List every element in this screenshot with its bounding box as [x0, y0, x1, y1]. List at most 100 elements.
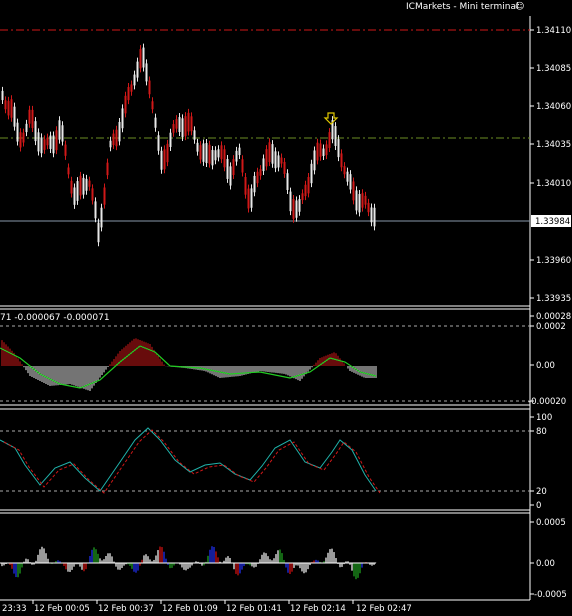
candle-body — [178, 117, 181, 132]
candle-body — [10, 99, 13, 118]
candle-body — [202, 143, 205, 162]
candle-body — [307, 177, 310, 194]
time-tick: 12 Feb 02:14 — [290, 604, 346, 614]
candle-body — [190, 116, 193, 132]
candle-body — [166, 143, 169, 163]
candle-body — [211, 149, 214, 166]
candle-body — [37, 132, 40, 152]
candle-body — [214, 150, 217, 161]
candle-body — [49, 135, 52, 149]
candle-body — [61, 125, 64, 142]
price-tick: 1.34010 — [536, 179, 571, 189]
candle-body — [88, 180, 91, 187]
candle-body — [106, 162, 109, 176]
candle-body — [1, 90, 4, 101]
candle-body — [124, 95, 127, 114]
time-axis: 23:33 12 Feb 00:05 12 Feb 00:37 12 Feb 0… — [2, 600, 412, 614]
candle-body — [304, 184, 307, 197]
candle-body — [40, 137, 43, 154]
macd-label: 71 -0.000067 -0.000071 — [0, 313, 110, 323]
candle-body — [193, 130, 196, 140]
candle-body — [73, 187, 76, 205]
candle-body — [55, 130, 58, 151]
candle-body — [337, 139, 340, 158]
candle-body — [280, 157, 283, 164]
macd-tick: -0.00020 — [528, 397, 566, 407]
stoch-tick: 0 — [536, 501, 541, 511]
candle-body — [301, 193, 304, 201]
smiley-icon: ☺ — [515, 1, 524, 12]
candle-body — [64, 144, 67, 156]
candle-body — [151, 101, 154, 110]
time-tick: 12 Feb 01:41 — [226, 604, 282, 614]
macd-tick: 0.0002 — [536, 322, 566, 332]
candle-body — [340, 153, 343, 168]
candle-body — [322, 148, 325, 156]
candle-body — [370, 207, 373, 223]
candle-body — [85, 178, 88, 191]
candle-body — [238, 147, 241, 156]
candle-body — [277, 155, 280, 168]
candle-body — [226, 158, 229, 179]
candle-body — [220, 145, 223, 160]
candle-body — [25, 123, 28, 133]
candle-body — [79, 175, 82, 196]
candle-body — [283, 161, 286, 174]
candle-body — [328, 132, 331, 149]
candle-body — [133, 74, 136, 86]
stoch-main-line — [0, 427, 377, 492]
candle-body — [361, 193, 364, 208]
candle-body — [292, 199, 295, 219]
candle-body — [160, 150, 163, 170]
candle-body — [157, 135, 160, 151]
candle-body — [169, 132, 172, 147]
candle-body — [247, 188, 250, 209]
candle-body — [112, 133, 115, 146]
candle-body — [121, 108, 124, 129]
candle-body — [145, 63, 148, 82]
candle-body — [235, 150, 238, 162]
candle-body — [274, 151, 277, 169]
candle-body — [109, 140, 112, 148]
candle-body — [310, 163, 313, 184]
candle-body — [325, 144, 328, 156]
oscillator-tick: 0.0005 — [536, 518, 566, 528]
candle-body — [19, 132, 22, 148]
stoch-tick: 100 — [536, 413, 552, 423]
candle-body — [349, 174, 352, 190]
candle-body — [91, 188, 94, 201]
candle-body — [250, 188, 253, 208]
candle-body — [139, 49, 142, 69]
candle-body — [343, 166, 346, 175]
stoch-axis: 100 80 20 0 — [530, 413, 552, 511]
candle-body — [187, 112, 190, 132]
candle-body — [31, 109, 34, 129]
oscillator-tick: 0.00 — [536, 559, 555, 569]
chart-canvas[interactable]: ICMarkets - Mini terminal ☺ 1.34110 1.34… — [0, 0, 572, 616]
candle-body — [355, 190, 358, 211]
candle-body — [52, 135, 55, 154]
candle-body — [43, 139, 46, 150]
candle-body — [367, 202, 370, 213]
price-tick: 1.34085 — [536, 64, 571, 74]
macd-axis: 0.00028 0.0002 0.00 -0.00020 — [528, 312, 571, 407]
candle-body — [259, 169, 262, 176]
candle-body — [208, 144, 211, 164]
candle-body — [82, 177, 85, 195]
candle-body — [70, 180, 73, 194]
candle-body — [373, 207, 376, 227]
candle-body — [118, 121, 121, 142]
candle-body — [205, 143, 208, 164]
candle-body — [58, 120, 61, 140]
candle-body — [115, 129, 118, 147]
candle-body — [148, 80, 151, 95]
candle-body — [7, 100, 10, 116]
candle-body — [16, 122, 19, 142]
candle-body — [46, 137, 49, 146]
candle-body — [217, 149, 220, 158]
candle-body — [364, 195, 367, 205]
candle-body — [334, 126, 337, 147]
stoch-tick: 20 — [536, 487, 547, 497]
time-tick: 12 Feb 01:09 — [162, 604, 218, 614]
price-tick: 1.34110 — [536, 26, 571, 36]
